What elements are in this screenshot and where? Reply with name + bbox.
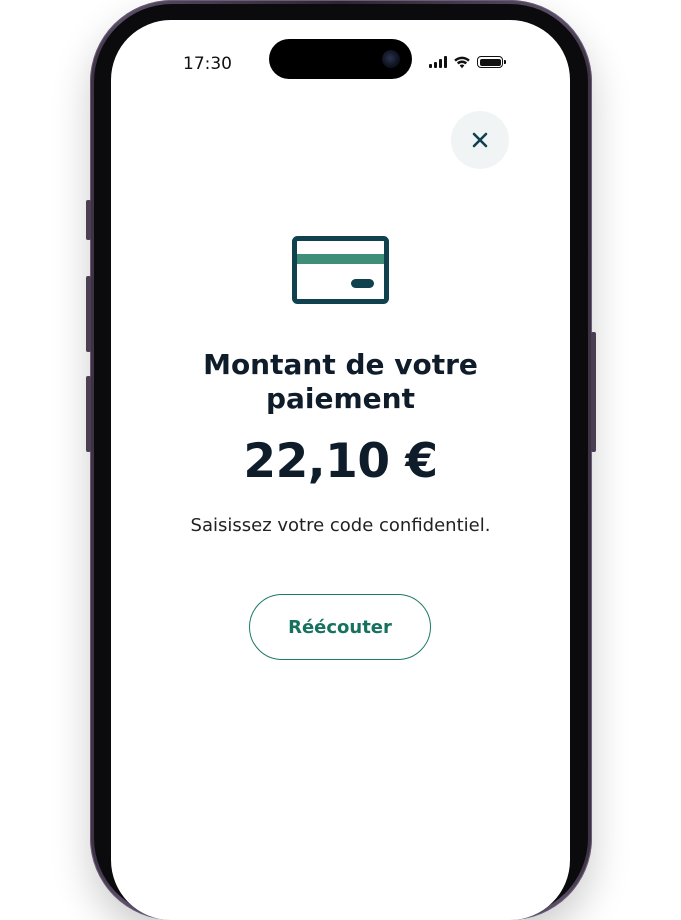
action-button	[86, 200, 91, 240]
credit-card-icon	[292, 236, 389, 304]
status-icons	[429, 53, 506, 71]
phone-screen: 17:30 Montant de votre paiement 22,10 € …	[111, 20, 570, 920]
cellular-signal-icon	[429, 56, 447, 68]
pin-instruction: Saisissez votre code confidentiel.	[190, 515, 491, 536]
replay-button[interactable]: Réécouter	[249, 594, 431, 660]
volume-down-button	[86, 376, 91, 452]
front-camera	[382, 50, 400, 68]
payment-amount: 22,10 €	[243, 434, 438, 489]
power-button	[591, 332, 596, 452]
wifi-icon	[454, 56, 470, 68]
page-title: Montant de votre paiement	[203, 348, 478, 415]
close-button[interactable]	[451, 111, 509, 169]
close-icon	[472, 132, 488, 148]
status-time: 17:30	[183, 54, 232, 74]
volume-up-button	[86, 276, 91, 352]
dynamic-island	[269, 39, 412, 79]
battery-icon	[477, 56, 506, 68]
